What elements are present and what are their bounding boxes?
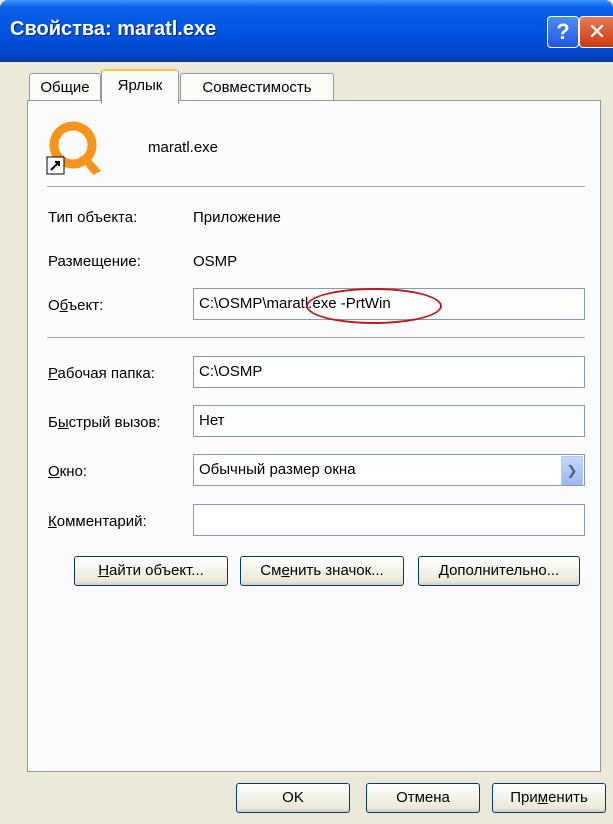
location-label: Размещение: (48, 253, 141, 270)
window-mode-select[interactable]: Обычный размер окна ❯ (193, 454, 585, 486)
find-target-button[interactable]: Найти объект... (74, 556, 228, 586)
workdir-label-accel: Р (48, 365, 58, 382)
change-icon-accel: е (281, 562, 290, 579)
window-mode-label-text: кно: (59, 463, 88, 480)
change-icon-text1: См (260, 562, 282, 579)
tab-general-label: Общие (40, 79, 90, 96)
hotkey-label-accel: ы (57, 414, 69, 431)
tab-shortcut-label: Ярлык (117, 77, 163, 94)
hotkey-label-part1: Б (48, 414, 58, 431)
properties-dialog: Свойства: maratl.exe ? ✕ Общие Ярлык Сов… (0, 0, 613, 824)
hotkey-label: Быстрый вызов: (48, 414, 161, 431)
object-type-label: Тип объекта: (48, 209, 138, 226)
tab-compatibility[interactable]: Совместимость (180, 73, 334, 101)
apply-text1: При (510, 789, 538, 806)
apply-text2: енить (548, 789, 588, 806)
close-icon: ✕ (587, 19, 607, 44)
annotation-ellipse (306, 288, 442, 324)
window-title: Свойства: maratl.exe (10, 18, 217, 40)
separator-top (47, 186, 585, 188)
cancel-button[interactable]: Отмена (366, 783, 480, 813)
advanced-text: ополнительно... (449, 562, 560, 579)
workdir-label-text: абочая папка: (57, 365, 155, 382)
ok-button[interactable]: OK (236, 783, 350, 813)
window-mode-value: Обычный размер окна (199, 461, 356, 478)
qiwi-q-shortcut-icon (46, 121, 101, 175)
comment-label-text: омментарий: (56, 513, 147, 530)
target-label-part2: ъект: (67, 297, 104, 314)
target-label-part1: О (48, 297, 60, 314)
comment-label: Комментарий: (48, 513, 147, 530)
separator-middle (47, 337, 585, 339)
apply-button[interactable]: Применить (492, 783, 606, 813)
comment-input[interactable] (193, 504, 585, 536)
change-icon-button[interactable]: Сменить значок... (240, 556, 404, 586)
location-value: OSMP (193, 253, 238, 270)
shortcut-file-name: maratl.exe (148, 139, 219, 156)
help-icon: ? (556, 19, 570, 44)
target-label: Объект: (48, 297, 103, 314)
advanced-accel: Д (438, 562, 450, 579)
workdir-input[interactable]: C:\OSMP (193, 356, 585, 388)
window-mode-label-accel: О (48, 463, 60, 480)
find-target-accel: Н (98, 562, 110, 579)
tab-strip: Общие Ярлык Совместимость (0, 62, 613, 104)
advanced-button[interactable]: Дополнительно... (418, 556, 580, 586)
chevron-down-icon[interactable]: ❯ (561, 456, 583, 485)
object-type-value: Приложение (193, 209, 281, 226)
title-bar[interactable]: Свойства: maratl.exe ? ✕ (0, 0, 613, 62)
tab-shortcut[interactable]: Ярлык (101, 69, 179, 104)
find-target-text: айти объект... (109, 562, 204, 579)
apply-accel: м (537, 789, 549, 806)
target-label-accel: б (59, 297, 68, 314)
close-button[interactable]: ✕ (579, 16, 613, 48)
change-icon-text2: нить значок... (289, 562, 384, 579)
comment-label-accel: К (48, 513, 57, 530)
help-button[interactable]: ? (547, 16, 579, 48)
workdir-label: Рабочая папка: (48, 365, 155, 382)
hotkey-input[interactable]: Нет (193, 405, 585, 437)
tab-compatibility-label: Совместимость (202, 79, 312, 96)
hotkey-label-part2: стрый вызов: (68, 414, 161, 431)
tab-general[interactable]: Общие (29, 73, 101, 101)
window-mode-label: Окно: (48, 463, 87, 480)
